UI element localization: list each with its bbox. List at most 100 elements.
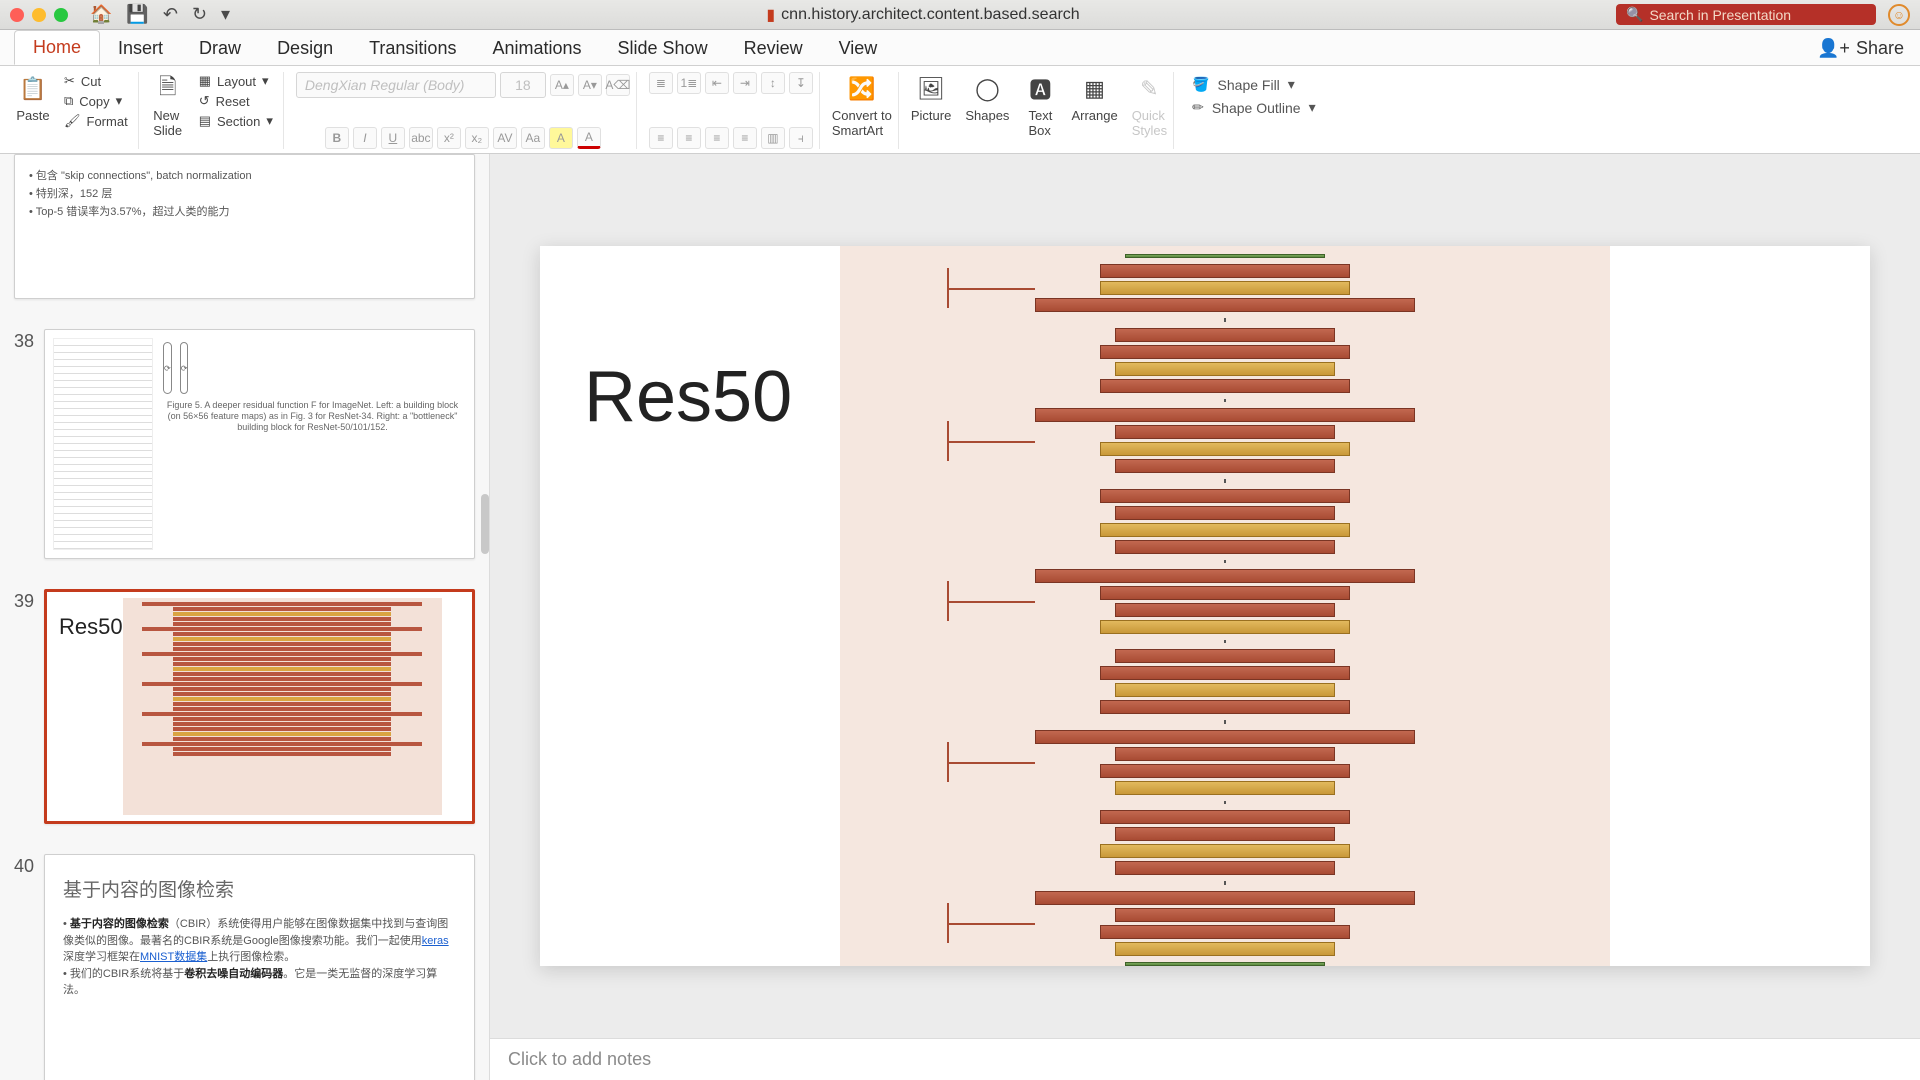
bold-button[interactable]: B bbox=[325, 127, 349, 149]
cut-button[interactable]: ✂Cut bbox=[60, 72, 132, 90]
slide-number-39: 39 bbox=[14, 591, 34, 612]
increase-font-button[interactable]: A▴ bbox=[550, 74, 574, 96]
thumbnail-slide-38[interactable]: ⟳ ⟳ Figure 5. A deeper residual function… bbox=[44, 329, 475, 559]
qat-more-icon[interactable]: ▾ bbox=[221, 4, 230, 25]
shapes-button[interactable]: ◯Shapes bbox=[965, 72, 1009, 138]
numbering-button[interactable]: 1≣ bbox=[677, 72, 701, 94]
picture-button[interactable]: 🖼Picture bbox=[911, 72, 951, 138]
powerpoint-file-icon: ▮ bbox=[766, 5, 775, 25]
redo-icon[interactable]: ↻ bbox=[192, 4, 207, 25]
shape-fill-button[interactable]: 🪣Shape Fill ▾ bbox=[1192, 76, 1316, 93]
font-size-combo[interactable]: 18 bbox=[500, 72, 546, 98]
save-icon[interactable]: 💾 bbox=[126, 4, 148, 25]
tab-review[interactable]: Review bbox=[726, 32, 821, 65]
canvas-pane: Res50 bbox=[490, 154, 1920, 1080]
search-box[interactable]: 🔍 bbox=[1616, 4, 1876, 25]
smartart-group: 🔀 Convert to SmartArt bbox=[826, 72, 899, 149]
section-label: Section bbox=[217, 114, 260, 129]
copy-icon: ⧉ bbox=[64, 93, 73, 109]
font-color-button[interactable]: A bbox=[577, 127, 601, 149]
skip-connection bbox=[947, 923, 1035, 925]
close-window-button[interactable] bbox=[10, 8, 24, 22]
align-left-button[interactable]: ≡ bbox=[649, 127, 673, 149]
reset-button[interactable]: ↺Reset bbox=[195, 92, 277, 110]
layout-button[interactable]: ▦Layout ▾ bbox=[195, 72, 277, 90]
slide-canvas-area[interactable]: Res50 bbox=[490, 154, 1920, 1038]
arrange-icon: ▦ bbox=[1078, 72, 1112, 106]
copy-button[interactable]: ⧉Copy ▾ bbox=[60, 92, 132, 110]
indent-inc-button[interactable]: ⇥ bbox=[733, 72, 757, 94]
thumbnail-slide-partial[interactable]: • 包含 "skip connections", batch normaliza… bbox=[14, 154, 475, 299]
maximize-window-button[interactable] bbox=[54, 8, 68, 22]
new-slide-button[interactable]: 🗎 New Slide bbox=[151, 72, 185, 138]
font-name-combo[interactable]: DengXian Regular (Body) bbox=[296, 72, 496, 98]
shape-outline-button[interactable]: ✏Shape Outline ▾ bbox=[1192, 99, 1316, 116]
tab-animations[interactable]: Animations bbox=[474, 32, 599, 65]
quick-styles-button[interactable]: ✎Quick Styles bbox=[1132, 72, 1167, 138]
tab-design[interactable]: Design bbox=[259, 32, 351, 65]
resnet-arch-diagram bbox=[53, 338, 153, 550]
thumbnail-slide-40[interactable]: 基于内容的图像检索 • 基于内容的图像检索（CBIR）系统使得用户能够在图像数据… bbox=[44, 854, 475, 1080]
tab-view[interactable]: View bbox=[821, 32, 896, 65]
italic-button[interactable]: I bbox=[353, 127, 377, 149]
tab-draw[interactable]: Draw bbox=[181, 32, 259, 65]
slide-title[interactable]: Res50 bbox=[584, 356, 792, 438]
notes-pane[interactable]: Click to add notes bbox=[490, 1038, 1920, 1080]
layout-icon: ▦ bbox=[199, 73, 211, 89]
format-label: Format bbox=[87, 114, 128, 129]
subscript-button[interactable]: x₂ bbox=[465, 127, 489, 149]
char-spacing-button[interactable]: AV bbox=[493, 127, 517, 149]
slide-thumbnails-pane[interactable]: • 包含 "skip connections", batch normaliza… bbox=[0, 154, 490, 1080]
indent-dec-button[interactable]: ⇤ bbox=[705, 72, 729, 94]
align-text-button[interactable]: ⫞ bbox=[789, 127, 813, 149]
paste-button[interactable]: 📋 Paste bbox=[16, 72, 50, 130]
bullets-button[interactable]: ≣ bbox=[649, 72, 673, 94]
line-spacing-button[interactable]: ↕ bbox=[761, 72, 785, 94]
case-button[interactable]: Aa bbox=[521, 127, 545, 149]
t40-text4: 我们的CBIR系统将基于 bbox=[70, 968, 184, 980]
tab-slideshow[interactable]: Slide Show bbox=[600, 32, 726, 65]
res-output-layer bbox=[1125, 962, 1325, 966]
tab-insert[interactable]: Insert bbox=[100, 32, 181, 65]
document-title: ▮ cnn.history.architect.content.based.se… bbox=[238, 5, 1608, 25]
share-icon: 👤+ bbox=[1817, 38, 1850, 59]
clear-format-button[interactable]: A⌫ bbox=[606, 74, 630, 96]
brush-icon: 🖌 bbox=[64, 113, 81, 129]
align-right-button[interactable]: ≡ bbox=[705, 127, 729, 149]
search-input[interactable] bbox=[1649, 7, 1866, 23]
tab-home[interactable]: Home bbox=[14, 30, 100, 65]
slide-number-38: 38 bbox=[14, 331, 34, 352]
picture-label: Picture bbox=[911, 108, 951, 123]
columns-button[interactable]: ▥ bbox=[761, 127, 785, 149]
cut-label: Cut bbox=[81, 74, 101, 89]
thumb40-title: 基于内容的图像检索 bbox=[63, 875, 456, 902]
quick-label: Quick Styles bbox=[1132, 108, 1167, 138]
shape-format-group: 🪣Shape Fill ▾ ✏Shape Outline ▾ bbox=[1180, 72, 1328, 149]
thumbnail-slide-39-selected[interactable]: Res50 bbox=[44, 589, 475, 824]
slide-39[interactable]: Res50 bbox=[540, 246, 1870, 966]
justify-button[interactable]: ≡ bbox=[733, 127, 757, 149]
textbox-button[interactable]: 🅰Text Box bbox=[1023, 72, 1057, 138]
minimize-window-button[interactable] bbox=[32, 8, 46, 22]
text-direction-button[interactable]: ↧ bbox=[789, 72, 813, 94]
ribbon-tabs: Home Insert Draw Design Transitions Anim… bbox=[0, 30, 1920, 66]
align-center-button[interactable]: ≡ bbox=[677, 127, 701, 149]
underline-button[interactable]: U bbox=[381, 127, 405, 149]
share-button[interactable]: 👤+ Share bbox=[1801, 32, 1920, 65]
decrease-font-button[interactable]: A▾ bbox=[578, 74, 602, 96]
t40-link2: MNIST数据集 bbox=[140, 951, 207, 963]
format-painter-button[interactable]: 🖌 Format bbox=[60, 112, 132, 130]
window-controls bbox=[10, 8, 68, 22]
home-icon[interactable]: 🏠 bbox=[90, 4, 112, 25]
superscript-button[interactable]: x² bbox=[437, 127, 461, 149]
section-button[interactable]: ▤Section ▾ bbox=[195, 112, 277, 130]
t40-link1: keras bbox=[422, 935, 449, 947]
undo-icon[interactable]: ↶ bbox=[163, 4, 178, 25]
convert-smartart-button[interactable]: 🔀 Convert to SmartArt bbox=[832, 72, 892, 138]
slide-number-40: 40 bbox=[14, 856, 34, 877]
feedback-icon[interactable]: ☺ bbox=[1888, 4, 1910, 26]
highlight-button[interactable]: A bbox=[549, 127, 573, 149]
tab-transitions[interactable]: Transitions bbox=[351, 32, 474, 65]
arrange-button[interactable]: ▦Arrange bbox=[1071, 72, 1117, 138]
strike-button[interactable]: abc bbox=[409, 127, 433, 149]
